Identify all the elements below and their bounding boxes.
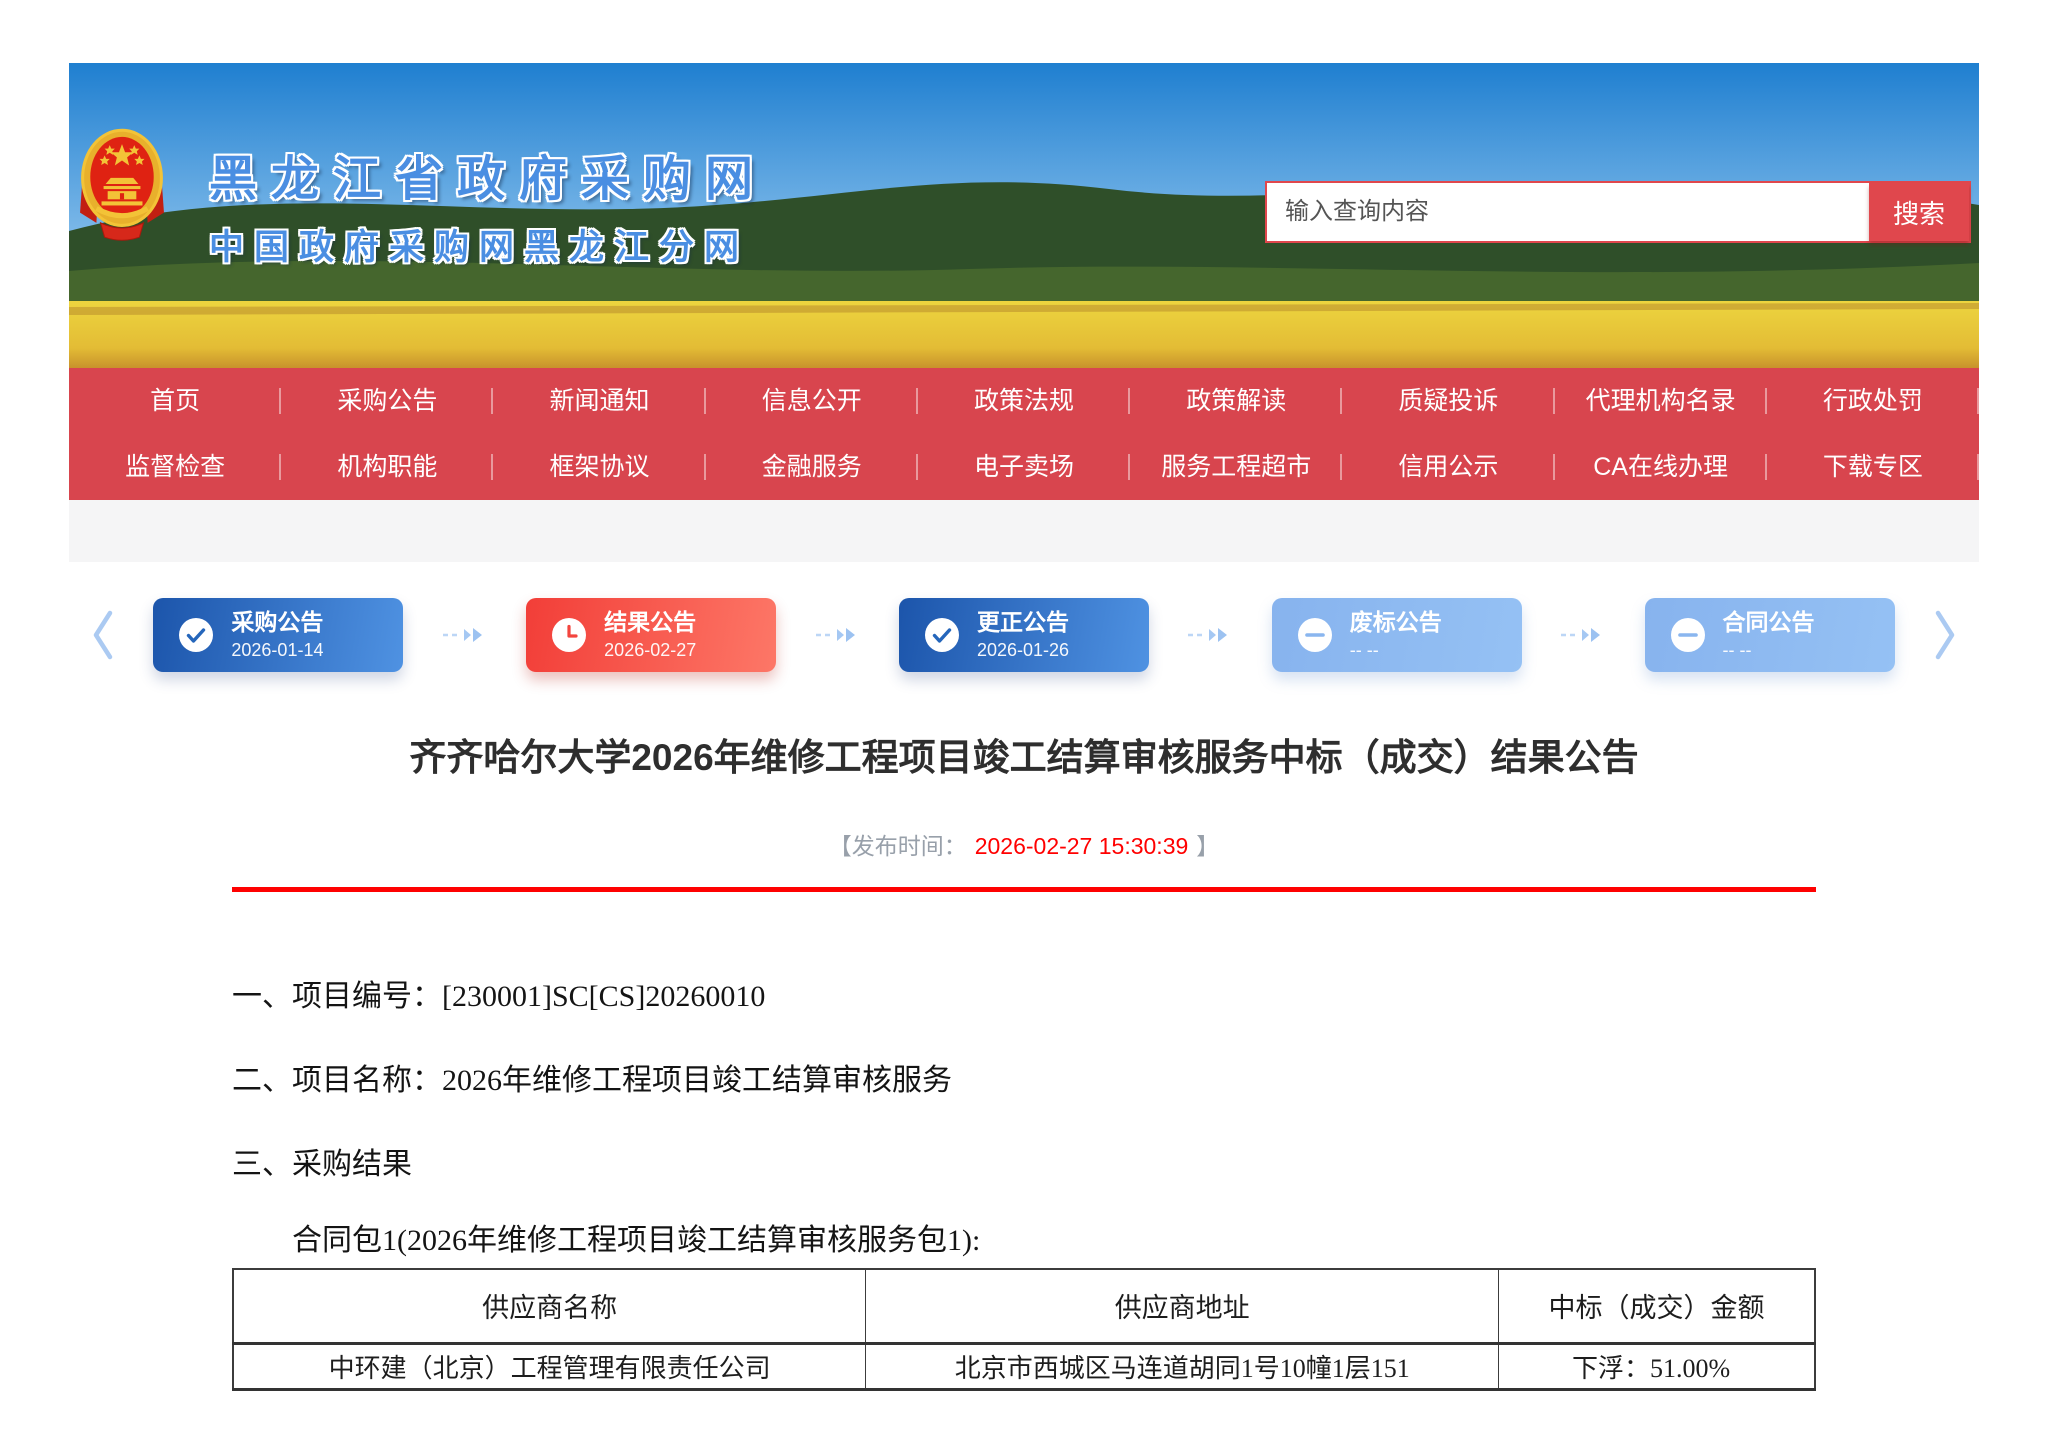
- nav-item-policies[interactable]: 政策法规: [918, 368, 1130, 434]
- dashed-arrow-icon: [1560, 627, 1606, 643]
- nav-sub-strip: [69, 500, 1979, 562]
- minus-circle-icon: [1671, 618, 1705, 652]
- nav-item-service-project-mall[interactable]: 服务工程超市: [1130, 434, 1342, 500]
- nav-item-info-disclosure[interactable]: 信息公开: [706, 368, 918, 434]
- step-label: 结果公告: [604, 609, 696, 635]
- timeline-next-icon[interactable]: [1933, 608, 1959, 662]
- timeline-step-procurement-notice[interactable]: 采购公告 2026-01-14: [153, 598, 403, 672]
- step-label: 采购公告: [231, 609, 323, 635]
- timeline-step-result-notice[interactable]: 结果公告 2026-02-27: [526, 598, 776, 672]
- announcement-timeline: 采购公告 2026-01-14 结果公告 2026-02-27: [69, 598, 1979, 672]
- search-bar: 搜索: [1265, 181, 1971, 243]
- contract-package-line: 合同包1(2026年维修工程项目竣工结算审核服务包1):: [232, 1224, 1816, 1258]
- project-name-line: 二、项目名称：2026年维修工程项目竣工结算审核服务: [232, 1064, 1816, 1098]
- site-name: 黑龙江省政府采购网: [209, 139, 767, 209]
- publish-label: 【发布时间：: [829, 833, 967, 859]
- step-label: 废标公告: [1350, 609, 1442, 635]
- nav-item-functions[interactable]: 机构职能: [281, 434, 493, 500]
- timeline-step-contract-notice[interactable]: 合同公告 -- --: [1645, 598, 1895, 672]
- nav-item-e-marketplace[interactable]: 电子卖场: [918, 434, 1130, 500]
- award-amount-header: 中标（成交）金额: [1499, 1269, 1815, 1343]
- search-button[interactable]: 搜索: [1869, 183, 1969, 241]
- nav-item-policy-interpretation[interactable]: 政策解读: [1130, 368, 1342, 434]
- step-date: 2026-02-27: [604, 640, 696, 661]
- nav-item-download-zone[interactable]: 下载专区: [1767, 434, 1979, 500]
- step-text: 更正公告 2026-01-26: [977, 609, 1069, 660]
- nav-item-administrative-penalty[interactable]: 行政处罚: [1767, 368, 1979, 434]
- step-label: 合同公告: [1723, 609, 1815, 635]
- site-banner: 黑龙江省政府采购网 中国政府采购网黑龙江分网 搜索: [69, 63, 1979, 368]
- award-amount-cell: 下浮：51.00%: [1499, 1343, 1815, 1389]
- supplier-name-header: 供应商名称: [233, 1269, 866, 1343]
- step-text: 采购公告 2026-01-14: [231, 609, 323, 660]
- publish-time-line: 【发布时间： 2026-02-27 15:30:39 】: [232, 827, 1816, 861]
- result-table: 供应商名称 供应商地址 中标（成交）金额 中环建（北京）工程管理有限责任公司 北…: [232, 1268, 1816, 1391]
- article-content: 齐齐哈尔大学2026年维修工程项目竣工结算审核服务中标（成交）结果公告 【发布时…: [69, 727, 1979, 1391]
- national-emblem-logo: [78, 126, 166, 244]
- nav-item-financial-services[interactable]: 金融服务: [706, 434, 918, 500]
- check-circle-icon: [179, 618, 213, 652]
- dashed-arrow-icon: [442, 627, 488, 643]
- dashed-arrow-icon: [1187, 627, 1233, 643]
- timeline-step-cancellation-notice[interactable]: 废标公告 -- --: [1272, 598, 1522, 672]
- supplier-name-cell: 中环建（北京）工程管理有限责任公司: [233, 1343, 866, 1389]
- nav-row-1: 首页 采购公告 新闻通知 信息公开 政策法规 政策解读 质疑投诉 代理机构名录 …: [69, 368, 1979, 434]
- dashed-arrow-icon: [815, 627, 861, 643]
- nav-item-supervision[interactable]: 监督检查: [69, 434, 281, 500]
- site-titles: 黑龙江省政府采购网 中国政府采购网黑龙江分网: [209, 139, 767, 270]
- supplier-address-header: 供应商地址: [866, 1269, 1499, 1343]
- nav-item-home[interactable]: 首页: [69, 368, 281, 434]
- timeline-step-correction-notice[interactable]: 更正公告 2026-01-26: [899, 598, 1149, 672]
- article-title: 齐齐哈尔大学2026年维修工程项目竣工结算审核服务中标（成交）结果公告: [232, 727, 1816, 781]
- main-navigation: 首页 采购公告 新闻通知 信息公开 政策法规 政策解读 质疑投诉 代理机构名录 …: [69, 368, 1979, 500]
- publish-label-close: 】: [1196, 833, 1219, 859]
- publish-time: 2026-02-27 15:30:39: [975, 833, 1189, 859]
- step-text: 废标公告 -- --: [1350, 609, 1442, 660]
- step-date: -- --: [1350, 640, 1442, 661]
- step-label: 更正公告: [977, 609, 1069, 635]
- nav-item-credit-publicity[interactable]: 信用公示: [1342, 434, 1554, 500]
- table-header-row: 供应商名称 供应商地址 中标（成交）金额: [233, 1269, 1815, 1343]
- red-divider: [232, 887, 1816, 892]
- clock-icon: [552, 618, 586, 652]
- search-input[interactable]: [1267, 183, 1869, 241]
- timeline-prev-icon[interactable]: [89, 608, 115, 662]
- step-date: 2026-01-14: [231, 640, 323, 661]
- nav-item-ca-online[interactable]: CA在线办理: [1555, 434, 1767, 500]
- nav-row-2: 监督检查 机构职能 框架协议 金融服务 电子卖场 服务工程超市 信用公示 CA在…: [69, 434, 1979, 500]
- nav-item-framework-agreement[interactable]: 框架协议: [493, 434, 705, 500]
- step-date: -- --: [1723, 640, 1815, 661]
- table-row: 中环建（北京）工程管理有限责任公司 北京市西城区马连道胡同1号10幢1层151 …: [233, 1343, 1815, 1389]
- supplier-address-cell: 北京市西城区马连道胡同1号10幢1层151: [866, 1343, 1499, 1389]
- nav-item-complaints[interactable]: 质疑投诉: [1342, 368, 1554, 434]
- nav-item-news[interactable]: 新闻通知: [493, 368, 705, 434]
- project-number-line: 一、项目编号：[230001]SC[CS]20260010: [232, 980, 1816, 1014]
- minus-circle-icon: [1298, 618, 1332, 652]
- page-container: 黑龙江省政府采购网 中国政府采购网黑龙江分网 搜索 首页 采购公告 新闻通知 信…: [69, 0, 1979, 1391]
- nav-item-agency-directory[interactable]: 代理机构名录: [1555, 368, 1767, 434]
- step-date: 2026-01-26: [977, 640, 1069, 661]
- procurement-result-heading: 三、采购结果: [232, 1148, 1816, 1182]
- nav-item-procurement-notices[interactable]: 采购公告: [281, 368, 493, 434]
- step-text: 结果公告 2026-02-27: [604, 609, 696, 660]
- check-circle-icon: [925, 618, 959, 652]
- site-subname: 中国政府采购网黑龙江分网: [209, 219, 767, 270]
- step-text: 合同公告 -- --: [1723, 609, 1815, 660]
